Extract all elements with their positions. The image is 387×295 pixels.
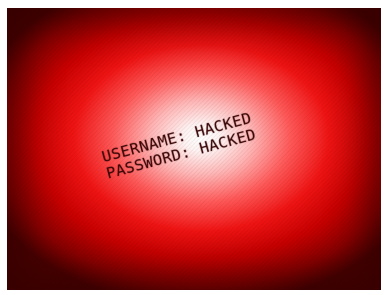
hacked-message: USERNAME: HACKED PASSWORD: HACKED: [100, 95, 312, 183]
hacked-screen-image: USERNAME: HACKED PASSWORD: HACKED: [7, 8, 381, 290]
